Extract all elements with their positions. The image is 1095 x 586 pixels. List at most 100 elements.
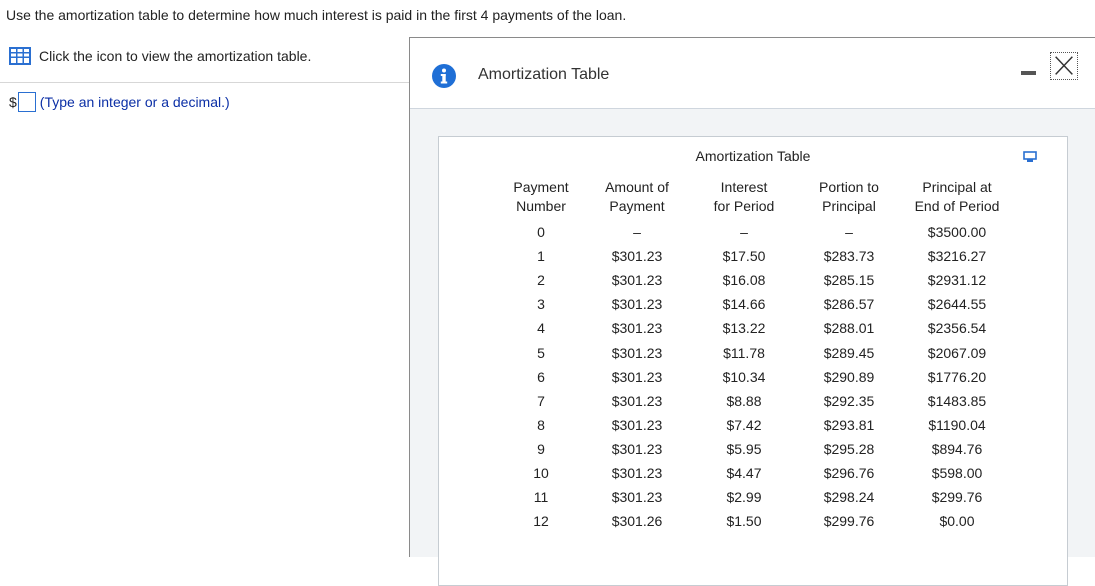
table-cell: $2.99 — [726, 489, 762, 506]
table-cell: $17.50 — [722, 248, 766, 265]
answer-hint: (Type an integer or a decimal.) — [39, 94, 230, 110]
table-cell: $2644.55 — [927, 296, 987, 313]
table-cell: 0 — [537, 224, 545, 241]
table-cell: 7 — [537, 392, 545, 409]
table-row: 2 $301.23 $16.08 $285.15 $2931.12 — [497, 268, 1015, 292]
header-payment-number: Payment Number — [513, 179, 569, 214]
table-row: 7 $301.23 $8.88 $292.35 $1483.85 — [497, 389, 1015, 413]
table-cell: $299.76 — [931, 489, 983, 506]
table-cell: $301.23 — [611, 392, 663, 409]
table-row: 0 – – – $3500.00 — [497, 220, 1015, 244]
close-icon[interactable] — [1050, 52, 1078, 80]
answer-row: $ (Type an integer or a decimal.) — [9, 92, 230, 112]
table-cell: 6 — [537, 368, 545, 385]
amortization-table: Payment Number Amount of Payment Interest f… — [497, 178, 1015, 533]
table-cell: – — [845, 224, 853, 241]
table-cell: $293.81 — [823, 416, 875, 433]
table-cell: $16.08 — [722, 272, 766, 289]
table-cell: $1.50 — [726, 513, 762, 530]
table-cell: 8 — [537, 416, 545, 433]
table-cell: $5.95 — [726, 440, 762, 457]
table-row: 9 $301.23 $5.95 $295.28 $894.76 — [497, 437, 1015, 461]
table-cell: $2356.54 — [927, 320, 987, 337]
table-row: 3 $301.23 $14.66 $286.57 $2644.55 — [497, 292, 1015, 316]
table-body: 0 – – – $3500.00 1 $301.23 $17.50 $283.73 $3216.2… — [497, 220, 1015, 533]
table-cell: $301.26 — [611, 513, 663, 530]
table-cell: 1 — [537, 248, 545, 265]
table-cell: $289.45 — [823, 344, 875, 361]
table-cell: $1776.20 — [927, 368, 987, 385]
table-cell: $14.66 — [722, 296, 766, 313]
table-cell: 3 — [537, 296, 545, 313]
amortization-modal: Amortization Table Amortization Table Pa… — [409, 37, 1095, 586]
table-cell: $283.73 — [823, 248, 875, 265]
table-cell: $0.00 — [939, 513, 975, 530]
table-row: 11 $301.23 $2.99 $298.24 $299.76 — [497, 485, 1015, 509]
table-cell: $301.23 — [611, 272, 663, 289]
table-cell: $286.57 — [823, 296, 875, 313]
table-cell: $8.88 — [726, 392, 762, 409]
divider — [0, 82, 410, 83]
view-table-link[interactable]: Click the icon to view the amortization … — [9, 47, 311, 65]
table-cell: 5 — [537, 344, 545, 361]
table-cell: $292.35 — [823, 392, 875, 409]
table-header-row: Payment Number Amount of Payment Interest f… — [497, 178, 1015, 220]
expand-icon[interactable] — [1023, 151, 1037, 163]
table-cell: $301.23 — [611, 416, 663, 433]
header-portion-to-principal: Portion to Principal — [819, 179, 879, 214]
table-cell: $894.76 — [931, 440, 983, 457]
table-cell: $10.34 — [722, 368, 766, 385]
table-row: 4 $301.23 $13.22 $288.01 $2356.54 — [497, 316, 1015, 340]
table-cell: $13.22 — [722, 320, 766, 337]
table-cell: $2067.09 — [927, 344, 987, 361]
table-cell: $301.23 — [611, 489, 663, 506]
table-cell: $3216.27 — [927, 248, 987, 265]
table-cell: – — [633, 224, 641, 241]
table-panel: Amortization Table Payment Number Amount … — [438, 136, 1068, 586]
table-cell: – — [740, 224, 748, 241]
answer-input[interactable] — [17, 92, 36, 112]
table-cell: $288.01 — [823, 320, 875, 337]
table-cell: $285.15 — [823, 272, 875, 289]
table-cell: $3500.00 — [927, 224, 987, 241]
table-cell: 11 — [533, 489, 549, 506]
table-cell: $4.47 — [726, 464, 762, 481]
table-cell: $299.76 — [823, 513, 875, 530]
minimize-icon[interactable] — [1020, 67, 1038, 81]
info-icon — [432, 64, 456, 88]
table-cell: $301.23 — [611, 464, 663, 481]
table-caption: Amortization Table — [695, 148, 811, 164]
table-cell: $2931.12 — [927, 272, 987, 289]
table-grid-icon[interactable] — [9, 47, 31, 65]
table-cell: $301.23 — [611, 344, 663, 361]
table-cell: $301.23 — [611, 320, 663, 337]
table-cell: 4 — [537, 320, 545, 337]
table-cell: $301.23 — [611, 368, 663, 385]
table-cell: $1483.85 — [927, 392, 987, 409]
table-cell: $7.42 — [726, 416, 762, 433]
view-table-link-label[interactable]: Click the icon to view the amortization … — [39, 48, 311, 64]
modal-body: Amortization Table Payment Number Amount … — [410, 109, 1095, 586]
table-cell: $298.24 — [823, 489, 875, 506]
currency-prefix: $ — [9, 94, 17, 110]
modal-header: Amortization Table — [410, 38, 1095, 109]
table-row: 12 $301.26 $1.50 $299.76 $0.00 — [497, 509, 1015, 533]
table-cell: 10 — [533, 464, 549, 481]
question-text: Use the amortization table to determine … — [6, 7, 627, 23]
table-cell: $301.23 — [611, 440, 663, 457]
table-cell: 9 — [537, 440, 545, 457]
header-principal-end-of-period: Principal at End of Period — [914, 179, 1000, 214]
table-cell: $295.28 — [823, 440, 875, 457]
table-row: 10 $301.23 $4.47 $296.76 $598.00 — [497, 461, 1015, 485]
modal-title: Amortization Table — [478, 66, 610, 83]
table-cell: $301.23 — [611, 296, 663, 313]
table-cell: $1190.04 — [928, 416, 986, 433]
table-row: 6 $301.23 $10.34 $290.89 $1776.20 — [497, 365, 1015, 389]
table-cell: $290.89 — [823, 368, 875, 385]
header-amount-of-payment: Amount of Payment — [605, 179, 669, 214]
table-row: 1 $301.23 $17.50 $283.73 $3216.27 — [497, 244, 1015, 268]
table-cell: $11.78 — [723, 344, 765, 361]
table-row: 8 $301.23 $7.42 $293.81 $1190.04 — [497, 413, 1015, 437]
table-cell: 12 — [533, 513, 549, 530]
table-cell: $296.76 — [823, 464, 875, 481]
